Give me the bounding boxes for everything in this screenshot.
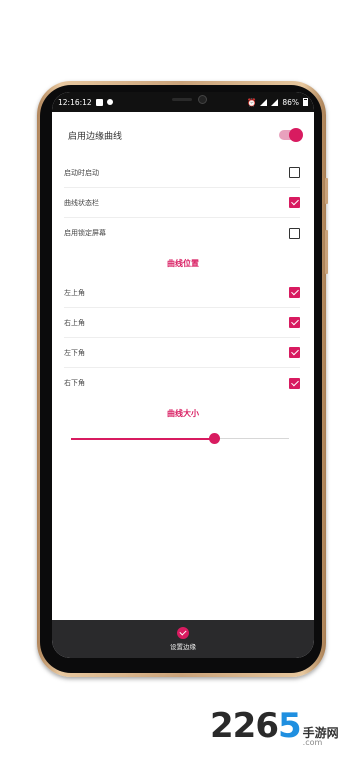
curve-size-slider[interactable] xyxy=(71,428,289,450)
status-time: 12:16:12 xyxy=(58,97,92,107)
start-on-boot-row[interactable]: 启动时启动 xyxy=(64,158,300,188)
curve-status-bar-row[interactable]: 曲线状态栏 xyxy=(64,188,300,218)
position-label: 右上角 xyxy=(64,318,85,327)
bottom-right-row[interactable]: 右下角 xyxy=(64,368,300,398)
app-notification-icon xyxy=(106,99,113,105)
watermark-number: 2265 xyxy=(210,706,302,746)
enable-edge-curve-toggle[interactable] xyxy=(279,128,303,142)
curve-position-title: 曲线位置 xyxy=(167,258,199,268)
site-watermark: 2265 手游网 .com xyxy=(210,706,339,747)
option-label: 曲线状态栏 xyxy=(64,198,99,207)
watermark-text: 手游网 .com xyxy=(303,727,339,747)
top-left-checkbox[interactable] xyxy=(289,287,300,298)
option-label: 启用锁定屏幕 xyxy=(64,229,106,237)
enable-edge-curve-label: 启用边缘曲线 xyxy=(68,131,123,142)
wifi-signal-icon xyxy=(271,98,279,106)
gallery-notification-icon xyxy=(95,98,103,106)
top-right-row[interactable]: 右上角 xyxy=(64,308,300,338)
settings-list: 启用边缘曲线 启动时启动 曲线状态栏 启用锁定屏幕 曲线位置 左上角 右上角 左… xyxy=(52,112,314,450)
enable-edge-curve-row[interactable]: 启用边缘曲线 xyxy=(52,112,314,158)
top-left-row[interactable]: 左上角 xyxy=(64,278,300,308)
bottom-left-row[interactable]: 左下角 xyxy=(64,338,300,368)
position-label: 左下角 xyxy=(64,348,85,357)
position-label: 左上角 xyxy=(64,288,85,297)
signal-icon xyxy=(260,98,268,106)
watermark-number-accent: 5 xyxy=(277,706,302,746)
options-list: 启动时启动 曲线状态栏 启用锁定屏幕 xyxy=(52,158,314,248)
bottom-action-bar: 设置边缘 xyxy=(52,620,314,658)
volume-button xyxy=(325,230,328,274)
power-button xyxy=(325,178,328,204)
enable-lock-screen-row[interactable]: 启用锁定屏幕 xyxy=(64,218,300,248)
enable-lock-screen-checkbox[interactable] xyxy=(289,227,300,239)
battery-icon xyxy=(303,98,308,106)
curve-status-bar-checkbox[interactable] xyxy=(289,197,300,208)
option-label: 启动时启动 xyxy=(64,168,99,177)
slider-fill xyxy=(71,438,215,440)
front-camera xyxy=(198,95,207,104)
earpiece-speaker xyxy=(172,98,192,101)
bottom-left-checkbox[interactable] xyxy=(289,347,300,358)
watermark-url: .com xyxy=(302,738,323,747)
position-label: 右下角 xyxy=(64,379,85,387)
bottom-right-checkbox[interactable] xyxy=(289,377,300,389)
start-on-boot-checkbox[interactable] xyxy=(289,167,300,178)
battery-percent: 86% xyxy=(282,97,299,107)
curve-size-title: 曲线大小 xyxy=(167,408,199,418)
check-icon[interactable] xyxy=(177,627,189,639)
positions-list: 左上角 右上角 左下角 右下角 xyxy=(52,278,314,398)
watermark-number-main: 226 xyxy=(210,706,279,746)
slider-thumb[interactable] xyxy=(209,433,221,444)
alarm-icon: ⏰ xyxy=(246,97,257,107)
phone-screen: 12:16:12 ⏰ 86% 启用边缘曲线 启动时启动 曲线状态栏 启用锁定屏幕… xyxy=(52,92,314,658)
top-right-checkbox[interactable] xyxy=(289,317,300,328)
status-bar: 12:16:12 ⏰ 86% xyxy=(52,92,314,112)
set-edge-button-label[interactable]: 设置边缘 xyxy=(170,641,196,651)
toggle-knob xyxy=(289,128,303,142)
